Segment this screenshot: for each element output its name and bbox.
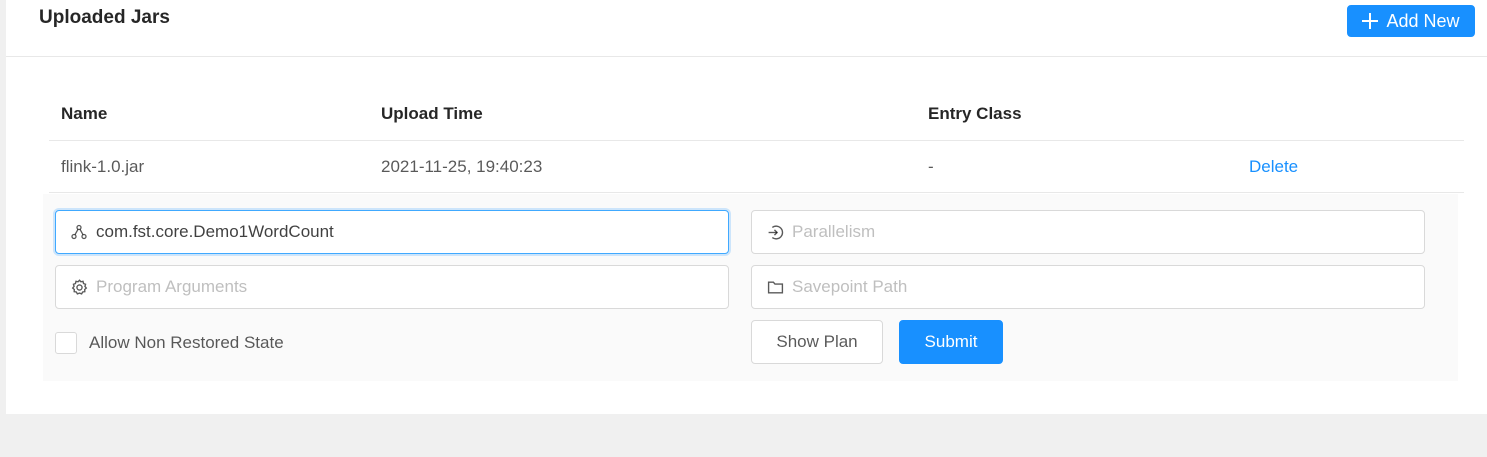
savepoint-path-field[interactable] — [751, 265, 1425, 309]
submit-button[interactable]: Submit — [899, 320, 1003, 364]
column-header-entry-class: Entry Class — [928, 104, 1022, 123]
upload-time-cell: 2021-11-25, 19:40:23 — [381, 156, 543, 176]
show-plan-button[interactable]: Show Plan — [751, 320, 883, 364]
add-new-button[interactable]: Add New — [1347, 5, 1475, 37]
entry-class-cell: - — [928, 156, 934, 176]
table-row[interactable]: flink-1.0.jar 2021-11-25, 19:40:23 - Del… — [49, 141, 1464, 193]
table-header-row: Name Upload Time Entry Class — [49, 88, 1464, 141]
setting-icon — [70, 278, 88, 296]
entry-class-field[interactable] — [55, 210, 729, 254]
plus-icon — [1362, 13, 1379, 29]
folder-icon — [766, 278, 784, 296]
entry-class-input[interactable] — [88, 211, 728, 253]
add-new-label: Add New — [1386, 10, 1460, 31]
expanded-row-form: Allow Non Restored State Show Plan Submi… — [43, 194, 1458, 381]
card-title: Uploaded Jars — [39, 7, 170, 28]
allow-non-restored-state-label: Allow Non Restored State — [89, 333, 284, 352]
column-header-name: Name — [61, 104, 108, 123]
allow-non-restored-state-checkbox[interactable]: Allow Non Restored State — [55, 332, 284, 354]
card-header: Uploaded Jars Add New — [6, 0, 1487, 57]
parallelism-field[interactable] — [751, 210, 1425, 254]
column-header-upload-time: Upload Time — [381, 104, 483, 123]
jar-name-cell: flink-1.0.jar — [61, 156, 145, 176]
jars-table: Name Upload Time Entry Class flink-1.0.j… — [49, 88, 1464, 193]
cluster-icon — [70, 223, 88, 241]
delete-link[interactable]: Delete — [1249, 141, 1298, 192]
program-arguments-input[interactable] — [88, 266, 728, 308]
program-arguments-field[interactable] — [55, 265, 729, 309]
savepoint-path-input[interactable] — [784, 266, 1424, 308]
login-icon — [766, 223, 784, 241]
parallelism-input[interactable] — [784, 211, 1424, 253]
checkbox-box[interactable] — [55, 332, 77, 354]
